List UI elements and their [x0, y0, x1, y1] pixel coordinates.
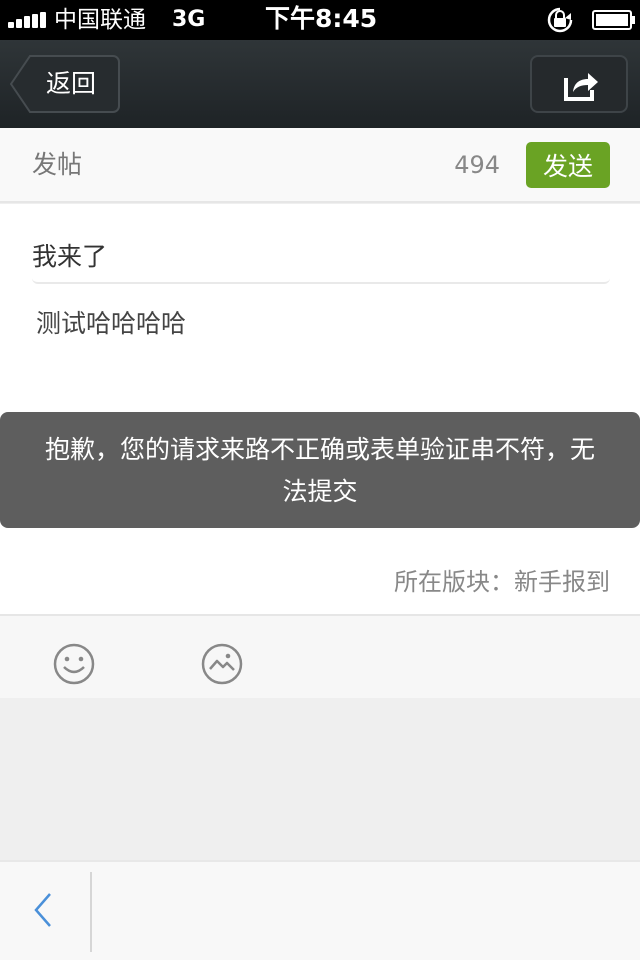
- remaining-char-count: 494: [454, 151, 500, 179]
- share-icon: [564, 73, 598, 101]
- signal-strength-icon: [8, 12, 48, 28]
- status-time: 下午8:45: [265, 4, 378, 33]
- subject-input[interactable]: [32, 228, 610, 284]
- toast-message: 抱歉，您的请求来路不正确或表单验证串不符，无法提交: [44, 435, 595, 506]
- toolbar-divider: [90, 872, 92, 952]
- network-type: 3G: [172, 7, 206, 32]
- battery-icon: [592, 10, 635, 30]
- image-icon[interactable]: [200, 642, 244, 686]
- compose-header: 发帖 494 发送: [0, 128, 640, 203]
- share-button[interactable]: [530, 55, 628, 113]
- compose-toolbar: [0, 614, 640, 698]
- navigation-bar: 返回: [0, 40, 640, 128]
- carrier-name: 中国联通: [54, 7, 146, 33]
- content-background: [0, 698, 640, 860]
- send-button[interactable]: 发送: [526, 142, 610, 188]
- chevron-left-icon[interactable]: [28, 890, 58, 930]
- forum-section-label: 所在版块：新手报到: [394, 568, 610, 596]
- rotation-lock-icon: [547, 7, 573, 33]
- page-title: 发帖: [32, 150, 83, 179]
- back-button[interactable]: 返回: [10, 55, 120, 113]
- error-toast: 抱歉，您的请求来路不正确或表单验证串不符，无法提交: [0, 412, 640, 528]
- smiley-icon[interactable]: [52, 642, 96, 686]
- browser-toolbar: [0, 860, 640, 960]
- compose-form: 测试哈哈哈哈 所在版块：新手报到: [0, 204, 640, 614]
- post-body-textarea[interactable]: 测试哈哈哈哈: [36, 307, 186, 341]
- status-bar: 中国联通 3G 下午8:45: [0, 0, 640, 40]
- back-button-label: 返回: [46, 69, 97, 98]
